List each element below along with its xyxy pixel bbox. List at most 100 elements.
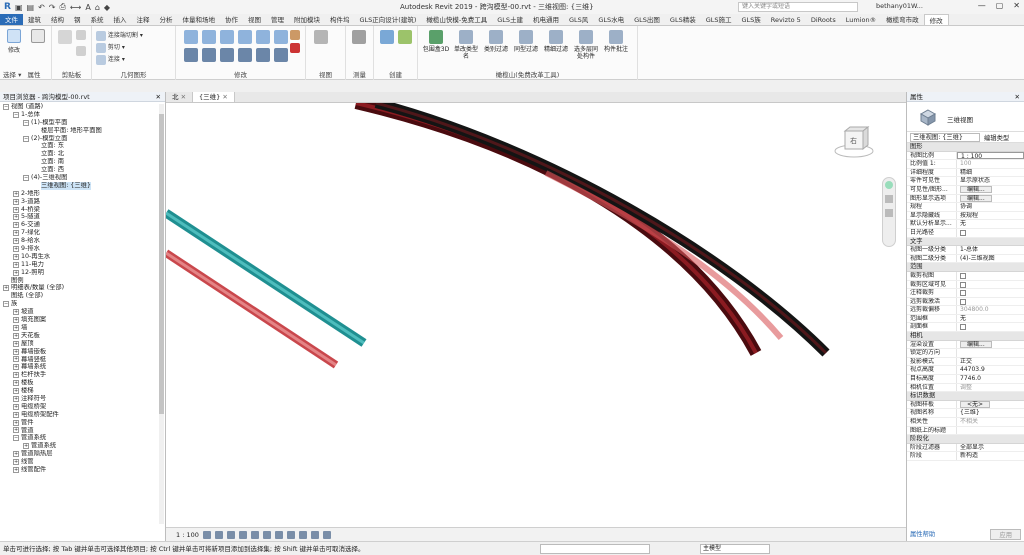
property-category[interactable]: 范围 xyxy=(907,263,1024,272)
collapse-icon[interactable]: − xyxy=(23,135,29,142)
expand-icon[interactable]: + xyxy=(13,419,19,426)
expand-icon[interactable]: + xyxy=(13,238,19,245)
3d-viewport[interactable]: 右 xyxy=(166,103,906,527)
select-dropdown[interactable]: 选择 ▾ xyxy=(3,71,21,79)
tree-node[interactable]: 立面: 北 xyxy=(0,150,165,158)
property-value[interactable]: 协调 xyxy=(957,203,1024,211)
modify-button[interactable]: 修改 xyxy=(4,29,24,54)
pipe-dark[interactable] xyxy=(354,103,762,356)
property-category[interactable]: 文字 xyxy=(907,237,1024,247)
tree-node[interactable]: − (2)-模型立面 xyxy=(0,135,165,143)
property-value[interactable]: 新构造 xyxy=(957,452,1024,460)
instance-dropdown[interactable]: 三维视图: {三维} xyxy=(910,132,980,142)
property-value[interactable]: 无 xyxy=(957,220,1024,228)
temporary-hide-icon[interactable] xyxy=(298,530,307,539)
olive-tool-button[interactable]: 包围盒3D xyxy=(422,30,450,60)
view-cube[interactable]: 右 xyxy=(834,125,874,159)
property-value[interactable] xyxy=(957,272,1024,280)
ribbon-tab[interactable]: 橄榄山快模-免费工具 xyxy=(421,14,492,25)
ribbon-tab[interactable]: GLS精装 xyxy=(665,14,701,25)
apply-button[interactable]: 应用 xyxy=(990,529,1021,540)
expand-icon[interactable]: + xyxy=(13,214,19,221)
close-icon[interactable]: ✕ xyxy=(179,93,186,101)
ribbon-tab[interactable]: 钢 xyxy=(69,14,86,25)
tree-node[interactable]: 图例 xyxy=(0,277,165,285)
paste-button[interactable] xyxy=(58,30,72,46)
expand-icon[interactable]: + xyxy=(3,285,9,292)
revit-logo-icon[interactable]: R xyxy=(4,2,11,12)
tree-node[interactable]: +12-照明 xyxy=(0,269,165,277)
shadows-icon[interactable] xyxy=(238,530,247,539)
tree-node[interactable]: + 墙 xyxy=(0,324,165,332)
delete-icon[interactable] xyxy=(290,43,300,53)
ribbon-tab[interactable]: 附加模块 xyxy=(289,14,325,25)
property-value[interactable]: 正交 xyxy=(957,358,1024,366)
property-value[interactable] xyxy=(957,229,1024,237)
expand-icon[interactable]: + xyxy=(13,459,19,466)
tree-node[interactable]: +7-绿化 xyxy=(0,229,165,237)
search-input[interactable]: 键入关键字或短语 xyxy=(738,2,858,12)
model-canvas[interactable] xyxy=(166,103,906,527)
expand-icon[interactable]: + xyxy=(13,411,19,418)
collapse-icon[interactable]: − xyxy=(13,435,19,442)
expand-icon[interactable]: + xyxy=(13,316,19,323)
close-icon[interactable]: ✕ xyxy=(1013,1,1020,10)
tree-node[interactable]: + 幕墙系统 xyxy=(0,363,165,371)
collapse-icon[interactable]: − xyxy=(3,301,9,308)
pin-icon[interactable] xyxy=(290,30,300,40)
tree-node[interactable]: + 坡道 xyxy=(0,308,165,316)
expand-icon[interactable]: + xyxy=(13,324,19,331)
ribbon-tab[interactable]: Lumion® xyxy=(841,14,881,25)
ribbon-tab[interactable]: 文件 xyxy=(0,14,23,25)
property-value[interactable]: 编辑... xyxy=(957,185,1024,194)
tree-node[interactable]: −1-总体 xyxy=(0,111,165,119)
close-icon[interactable]: ✕ xyxy=(220,93,227,101)
ribbon-tab[interactable]: GLS正向设计(建筑) xyxy=(355,14,422,25)
expand-icon[interactable]: + xyxy=(13,364,19,371)
close-icon[interactable]: ✕ xyxy=(1015,92,1020,102)
view-scale[interactable]: 1 : 100 xyxy=(176,531,199,539)
pipe-red-inner[interactable] xyxy=(544,170,784,340)
tree-node[interactable]: + 管道 xyxy=(0,427,165,435)
text-icon[interactable]: A xyxy=(85,3,90,12)
tree-node[interactable]: + 明细表/数量 (全部) xyxy=(0,284,165,292)
property-checkbox[interactable] xyxy=(960,324,966,331)
sun-path-icon[interactable] xyxy=(226,530,235,539)
lock-3d-icon[interactable] xyxy=(286,530,295,539)
tree-node[interactable]: + 幕墙竖梃 xyxy=(0,356,165,364)
ribbon-tab[interactable]: 注释 xyxy=(132,14,155,25)
expand-icon[interactable]: + xyxy=(13,340,19,347)
status-field-1[interactable] xyxy=(540,544,650,554)
tree-node[interactable]: +3-道路 xyxy=(0,198,165,206)
tree-node[interactable]: + 线管配件 xyxy=(0,466,165,474)
expand-icon[interactable]: + xyxy=(13,466,19,473)
tree-node[interactable]: + 天花板 xyxy=(0,332,165,340)
view-cube-face[interactable]: 右 xyxy=(850,136,857,146)
property-edit-button[interactable]: <无> xyxy=(960,400,991,408)
copy-button[interactable] xyxy=(76,30,86,42)
ribbon-tab[interactable]: 系统 xyxy=(86,14,109,25)
property-value[interactable]: 全部显示 xyxy=(957,444,1024,452)
expand-icon[interactable]: + xyxy=(13,206,19,213)
pan-icon[interactable] xyxy=(885,209,893,217)
ribbon-tab[interactable]: 修改 xyxy=(923,14,949,25)
property-value[interactable] xyxy=(957,323,1024,331)
collapse-icon[interactable]: − xyxy=(3,103,9,110)
property-checkbox[interactable] xyxy=(960,298,966,305)
property-value[interactable]: <无> xyxy=(957,400,1024,409)
tree-node[interactable]: +2-地形 xyxy=(0,190,165,198)
active-model-dropdown[interactable]: 主模型 xyxy=(700,544,770,554)
tree-node[interactable]: + 注释符号 xyxy=(0,395,165,403)
properties-button[interactable] xyxy=(28,29,48,45)
tree-node[interactable]: +8-给水 xyxy=(0,237,165,245)
property-value[interactable]: 44703.9 xyxy=(957,366,1024,374)
property-value[interactable] xyxy=(957,298,1024,306)
property-value[interactable]: 7746.0 xyxy=(957,375,1024,383)
property-value[interactable]: 编辑... xyxy=(957,340,1024,349)
print-icon[interactable]: ⎙ xyxy=(59,2,65,12)
collapse-icon[interactable]: − xyxy=(23,119,29,126)
ribbon-tab[interactable]: 协作 xyxy=(220,14,243,25)
hide-button[interactable] xyxy=(314,30,328,46)
property-value[interactable]: 显示原状态 xyxy=(957,177,1024,185)
property-value[interactable]: 无 xyxy=(957,315,1024,323)
